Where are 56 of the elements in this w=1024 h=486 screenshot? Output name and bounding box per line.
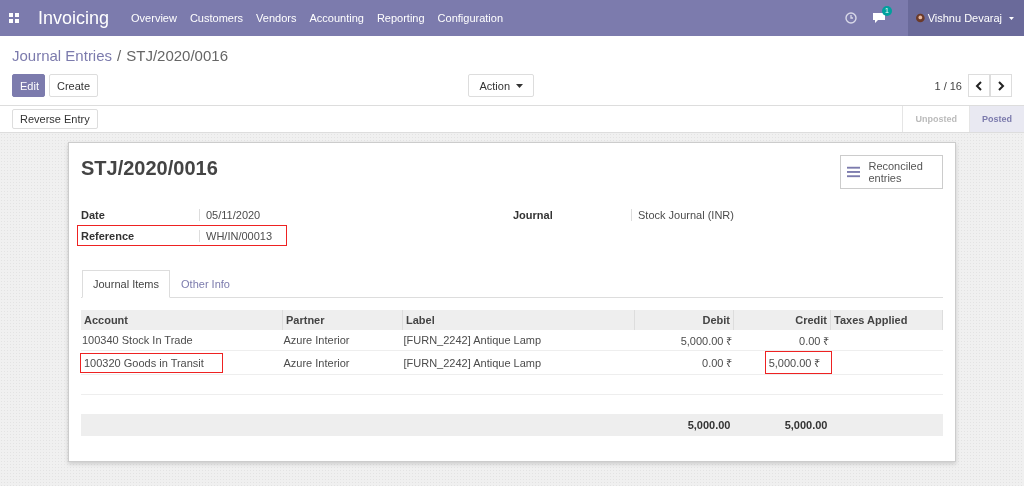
caret-icon — [1009, 15, 1014, 21]
notebook-tab[interactable]: Journal Items — [82, 270, 171, 298]
list-icon — [847, 165, 861, 179]
field-value: WH/IN/00013 — [199, 229, 273, 242]
table-cell-text: 5,000.00 ₹ — [679, 333, 734, 349]
chevron-right-icon — [997, 80, 1005, 91]
user-menu[interactable]: Vishnu Devaraj — [908, 0, 1024, 36]
apps-menu-icon[interactable] — [9, 13, 19, 23]
breadcrumb-link[interactable]: Journal Entries — [12, 46, 113, 64]
menu-item[interactable]: Overview — [131, 12, 177, 24]
column-header[interactable]: Taxes Applied — [830, 310, 943, 330]
table-cell-text: [FURN_2242] Antique Lamp — [402, 355, 543, 371]
previous-button[interactable] — [968, 74, 990, 97]
column-header[interactable]: Credit — [733, 310, 831, 330]
edit-button[interactable]: Edit — [12, 74, 45, 97]
table-cell-text: [FURN_2242] Antique Lamp — [402, 333, 543, 348]
table-cell-text: Azure Interior — [282, 333, 351, 348]
table-cell-text: 100340 Stock In Trade — [81, 333, 194, 348]
column-header[interactable]: Account — [81, 310, 283, 330]
table-cell-text: 0.00 ₹ — [798, 333, 831, 349]
debit-total: 5,000.00 — [687, 419, 731, 431]
status-stage[interactable]: Posted — [969, 106, 1024, 132]
menu-item[interactable]: Accounting — [309, 12, 364, 24]
menu-item[interactable]: Customers — [189, 12, 244, 24]
table-cell: 5,000.00 ₹ — [764, 351, 832, 374]
action-dropdown[interactable]: Action — [468, 74, 535, 97]
column-header[interactable]: Debit — [634, 310, 734, 330]
breadcrumb-current: STJ/2020/0016 — [126, 46, 228, 64]
clock-icon[interactable] — [845, 12, 857, 24]
menu-item[interactable]: Vendors — [256, 12, 297, 24]
field-value: 05/11/2020 — [199, 208, 261, 221]
field-label: Journal — [513, 208, 554, 221]
reconciled-entries-button[interactable]: Reconciled entries — [840, 155, 943, 189]
table-cell-text: 0.00 ₹ — [701, 356, 734, 371]
avatar-icon — [916, 11, 925, 25]
reverse-entry-button[interactable]: Reverse Entry — [12, 109, 98, 129]
field-label: Date — [81, 208, 106, 221]
column-header[interactable]: Label — [402, 310, 635, 330]
table-cell-text: Azure Interior — [282, 355, 351, 371]
notebook-tab[interactable]: Other Info — [170, 270, 241, 298]
create-button[interactable]: Create — [49, 74, 99, 97]
next-button[interactable] — [990, 74, 1012, 97]
field-value: Stock Journal (INR) — [631, 208, 734, 221]
app-name: Invoicing — [38, 7, 110, 29]
caret-icon — [516, 83, 524, 88]
chevron-left-icon — [975, 80, 983, 91]
breadcrumb-separator: / — [117, 46, 122, 64]
chat-icon[interactable] — [872, 12, 886, 24]
credit-total: 5,000.00 — [784, 419, 828, 431]
entry-title: STJ/2020/0016 — [81, 157, 218, 180]
field-label: Reference — [81, 229, 136, 242]
menu-item[interactable]: Configuration — [437, 12, 504, 24]
table-cell: 100320 Goods in Transit — [80, 352, 223, 373]
pager-counter: 1 / 16 — [934, 79, 962, 92]
menu-item[interactable]: Reporting — [376, 12, 425, 24]
column-header[interactable]: Partner — [282, 310, 403, 330]
